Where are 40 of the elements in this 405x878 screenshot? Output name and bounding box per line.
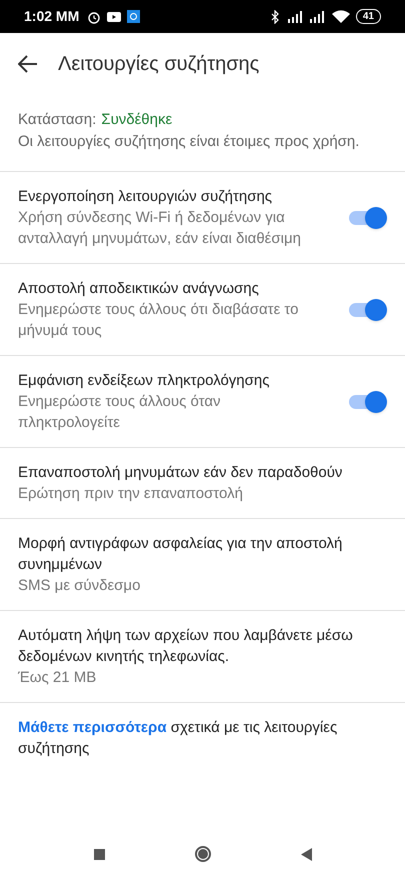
wifi-icon (332, 10, 350, 23)
bluetooth-icon (270, 10, 280, 24)
settings-row[interactable]: Αποστολή αποδεικτικών ανάγνωσης Ενημερώστε τους άλλους ότι διαβάσατε το μήνυμά τους (0, 264, 405, 356)
toggle-switch[interactable] (349, 390, 387, 412)
setting-subtitle: Ενημερώστε τους άλλους όταν πληκτρολογείτε (18, 392, 222, 433)
clock-time: 1:02 MM (24, 7, 80, 26)
setting-title: Εμφάνιση ενδείξεων πληκτρολόγησης (18, 371, 270, 391)
settings-row[interactable]: Εμφάνιση ενδείξεων πληκτρολόγησης Ενημερώστε τους άλλους όταν πληκτρολογείτε (0, 356, 405, 448)
status-description: Οι λειτουργίες συζήτησης είναι έτοιμες προς χρήση. (18, 132, 360, 152)
page-title: Λειτουργίες συζήτησης (58, 52, 260, 77)
battery-icon: 41 (356, 9, 381, 24)
recents-button[interactable] (94, 848, 104, 860)
setting-subtitle: Έως 21 MB (18, 668, 98, 688)
setting-subtitle: Ερώτηση πριν την επαναποστολή (18, 484, 244, 504)
status-label: Κατάσταση: (18, 110, 96, 130)
settings-row[interactable]: Μορφή αντιγράφων ασφαλείας για την αποστολή συνημμένων SMS με σύνδεσμο (0, 519, 405, 611)
setting-title: Ενεργοποίηση λειτουργιών συζήτησης (18, 187, 274, 207)
back-button[interactable] (300, 848, 312, 860)
home-button[interactable] (194, 846, 210, 862)
app-icon (127, 10, 140, 23)
alarm-icon (87, 10, 102, 24)
setting-subtitle: Ενημερώστε τους άλλους ότι διαβάσατε το μήνυμά τους (18, 300, 300, 341)
setting-subtitle: SMS με σύνδεσμο (18, 576, 142, 596)
signal-icon (308, 10, 326, 22)
learn-more-text: Μάθετε περισσότερα σχετικά με τις λειτουργίες συζήτησης (17, 718, 338, 759)
toggle-switch[interactable] (349, 206, 387, 228)
video-icon (107, 12, 122, 22)
setting-title: Επαναποστολή μηνυμάτων εάν δεν παραδοθούν (18, 463, 344, 483)
settings-row[interactable]: Αυτόματη λήψη των αρχείων που λαμβάνετε μέσω δεδομένων κινητής τηλεφωνίας. Έως 21 MB (0, 611, 405, 703)
toggle-switch[interactable] (349, 298, 387, 320)
setting-title: Μορφή αντιγράφων ασφαλείας για την αποστολή συνημμένων (18, 534, 344, 575)
signal-icon (286, 10, 304, 22)
learn-more-link[interactable]: Μάθετε περισσότερα (18, 719, 167, 736)
setting-title: Αποστολή αποδεικτικών ανάγνωσης (18, 279, 260, 299)
setting-subtitle: Χρήση σύνδεσης Wi-Fi ή δεδομένων για ανταλλαγή μηνυμάτων, εάν είναι διαθέσιμη (18, 208, 302, 249)
settings-row[interactable]: Επαναποστολή μηνυμάτων εάν δεν παραδοθούν Ερώτηση πριν την επαναποστολή (0, 448, 405, 519)
status-value: Συνδέθηκε (101, 110, 172, 130)
settings-row[interactable]: Ενεργοποίηση λειτουργιών συζήτησης Χρήση σύνδεσης Wi-Fi ή δεδομένων για ανταλλαγή μηνυμάτων, εάν είναι διαθέσιμη (0, 172, 405, 264)
setting-title: Αυτόματη λήψη των αρχείων που λαμβάνετε μέσω δεδομένων κινητής τηλεφωνίας. (18, 626, 354, 667)
back-arrow-icon[interactable] (18, 55, 38, 73)
